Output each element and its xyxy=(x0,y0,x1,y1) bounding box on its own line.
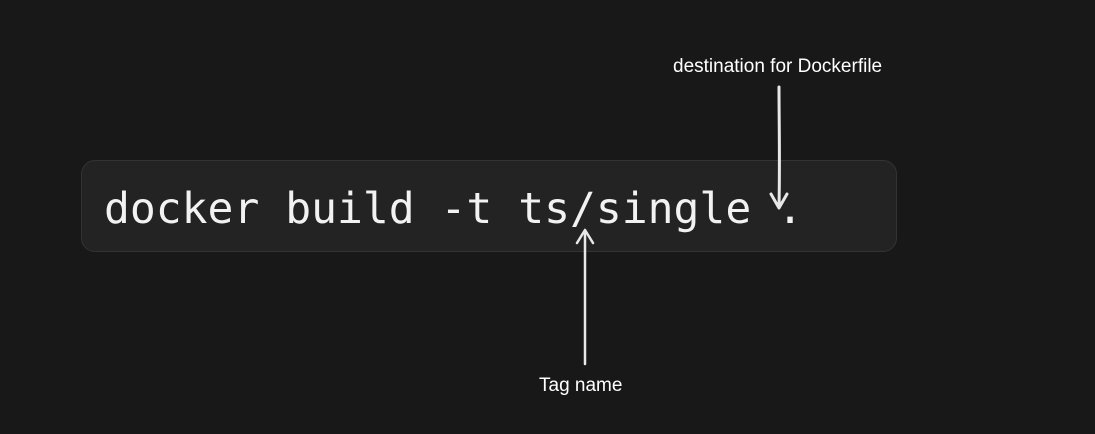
destination-annotation-label: destination for Dockerfile xyxy=(673,56,883,77)
command-text: docker build -t ts/single . xyxy=(104,184,803,234)
tag-annotation-label: Tag name xyxy=(539,375,623,396)
command-box: docker build -t ts/single . xyxy=(81,160,897,252)
